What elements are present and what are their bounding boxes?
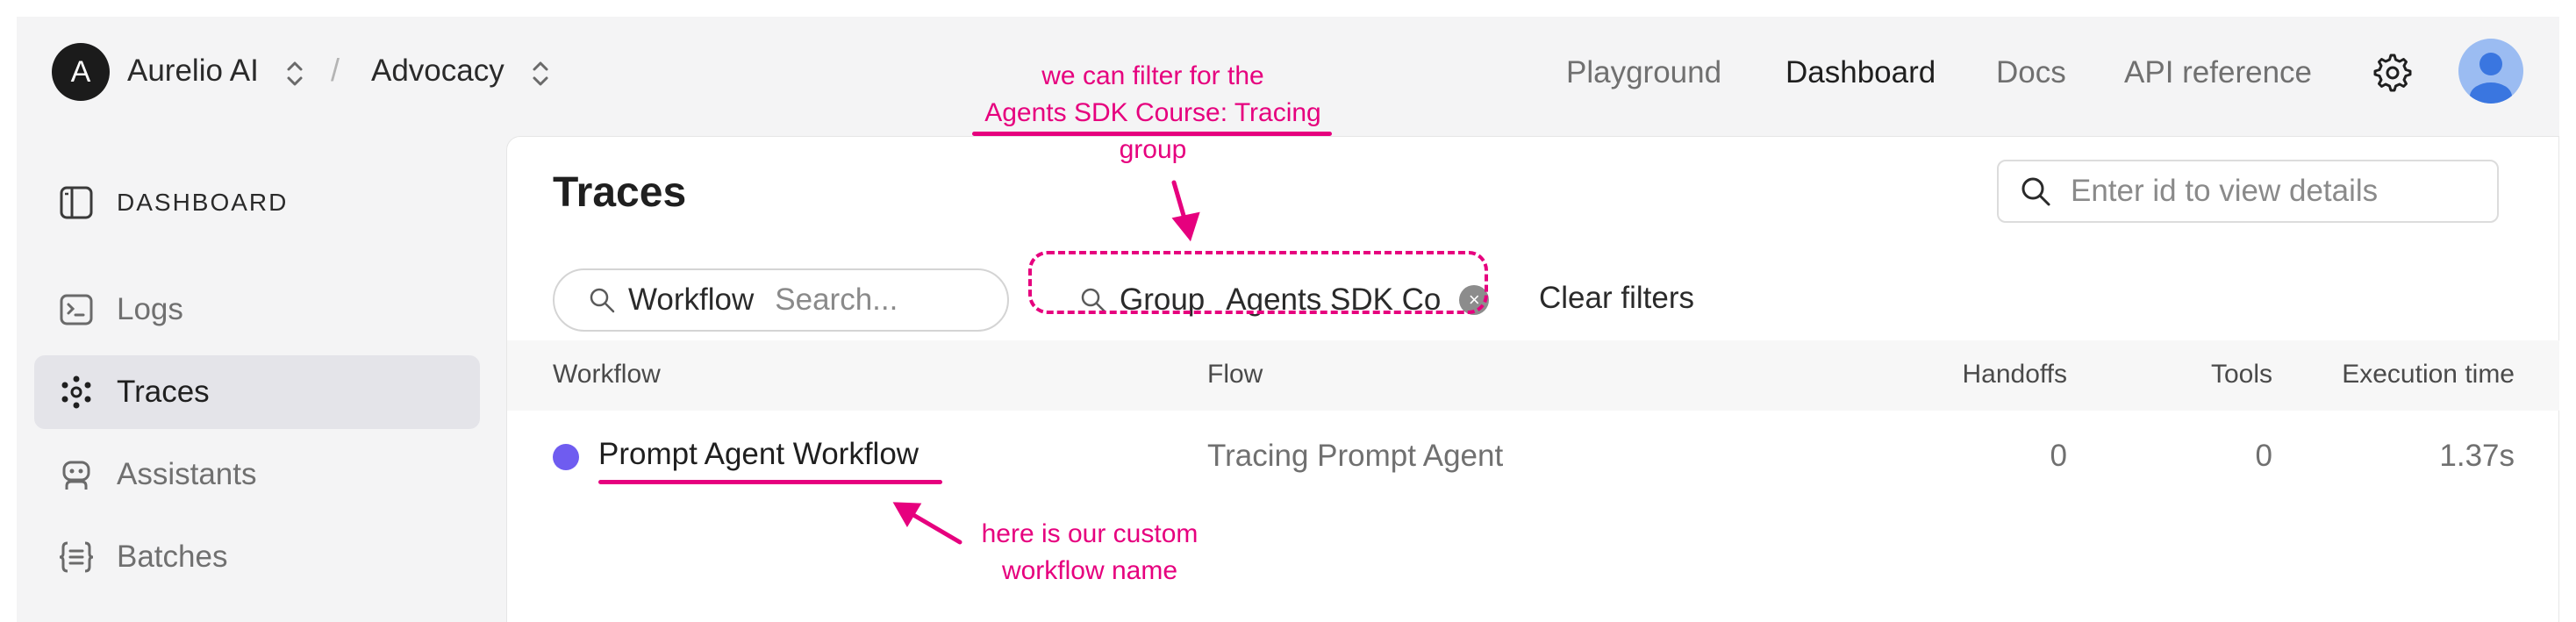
execution-time-cell: 1.37s <box>2439 439 2515 473</box>
sidebar-item-assistants[interactable]: Assistants <box>34 438 480 511</box>
org-switcher[interactable]: Aurelio AI <box>127 54 259 89</box>
id-search-box[interactable] <box>1997 160 2499 223</box>
search-icon <box>590 288 615 313</box>
filter-annotation-line: we can filter for the <box>1041 61 1264 90</box>
breadcrumb-separator: / <box>331 52 340 88</box>
nav-docs[interactable]: Docs <box>1996 55 2066 90</box>
workflow-name[interactable]: Prompt Agent Workflow <box>598 437 919 472</box>
clear-filters-button[interactable]: Clear filters <box>1539 281 1694 316</box>
sidebar-heading: DASHBOARD <box>59 185 288 220</box>
group-filter-highlight <box>1028 251 1488 314</box>
org-initial: A <box>70 54 91 89</box>
annotation-underline <box>972 132 1332 136</box>
sidebar-heading-label: DASHBOARD <box>117 189 289 216</box>
search-icon <box>2021 177 2050 206</box>
braces-list-icon <box>59 541 94 573</box>
workflow-filter-placeholder[interactable]: Search... <box>775 282 898 318</box>
nav-playground[interactable]: Playground <box>1566 55 1721 90</box>
filter-annotation-line: Agents SDK Course: Tracing <box>984 98 1321 127</box>
sidebar-item-label: Assistants <box>117 457 257 491</box>
sidebar-item-label: Logs <box>117 292 183 326</box>
gear-icon[interactable] <box>2372 52 2414 94</box>
terminal-icon <box>60 294 93 325</box>
workflow-annotation-line: here is our custom <box>981 519 1199 548</box>
workflow-annotation: here is our custom workflow name <box>953 516 1227 590</box>
user-avatar-icon <box>2470 53 2512 104</box>
nav-api-reference[interactable]: API reference <box>2124 55 2312 90</box>
handoffs-cell: 0 <box>2050 439 2067 473</box>
column-header-tools[interactable]: Tools <box>2211 360 2272 390</box>
filter-annotation-line: group <box>1119 135 1187 164</box>
traces-icon <box>61 375 91 409</box>
filter-annotation: we can filter for the Agents SDK Course:… <box>939 58 1367 168</box>
chevron-up-down-icon[interactable] <box>531 59 550 89</box>
chevron-up-down-icon[interactable] <box>285 59 304 89</box>
robot-icon <box>62 461 90 490</box>
traces-panel: Traces Workflow Search... Group Agents S… <box>506 136 2559 622</box>
workflow-filter-label: Workflow <box>628 282 755 317</box>
column-header-execution-time[interactable]: Execution time <box>2342 360 2515 390</box>
page-title: Traces <box>553 169 687 216</box>
project-switcher[interactable]: Advocacy <box>371 54 504 89</box>
sidebar-item-label: Traces <box>117 375 210 409</box>
column-header-workflow[interactable]: Workflow <box>553 360 661 390</box>
tools-cell: 0 <box>2255 439 2272 473</box>
sidebar-item-label: Batches <box>117 540 228 574</box>
user-avatar[interactable] <box>2458 39 2523 104</box>
column-header-flow[interactable]: Flow <box>1207 360 1263 390</box>
sidebar-item-logs[interactable]: Logs <box>34 273 480 347</box>
sidebar-panel-icon[interactable] <box>59 185 94 220</box>
flow-cell: Tracing Prompt Agent <box>1207 439 1504 473</box>
id-search-input[interactable] <box>2071 174 2474 209</box>
status-dot <box>553 444 579 470</box>
sidebar-item-traces[interactable]: Traces <box>34 355 480 429</box>
sidebar-item-batches[interactable]: Batches <box>34 520 480 594</box>
nav-dashboard[interactable]: Dashboard <box>1785 55 1936 90</box>
org-avatar[interactable]: A <box>52 43 110 101</box>
workflow-filter-chip[interactable]: Workflow Search... <box>553 268 1009 332</box>
column-header-handoffs[interactable]: Handoffs <box>1962 360 2067 390</box>
workflow-annotation-line: workflow name <box>1001 556 1178 585</box>
annotation-underline <box>598 480 942 484</box>
